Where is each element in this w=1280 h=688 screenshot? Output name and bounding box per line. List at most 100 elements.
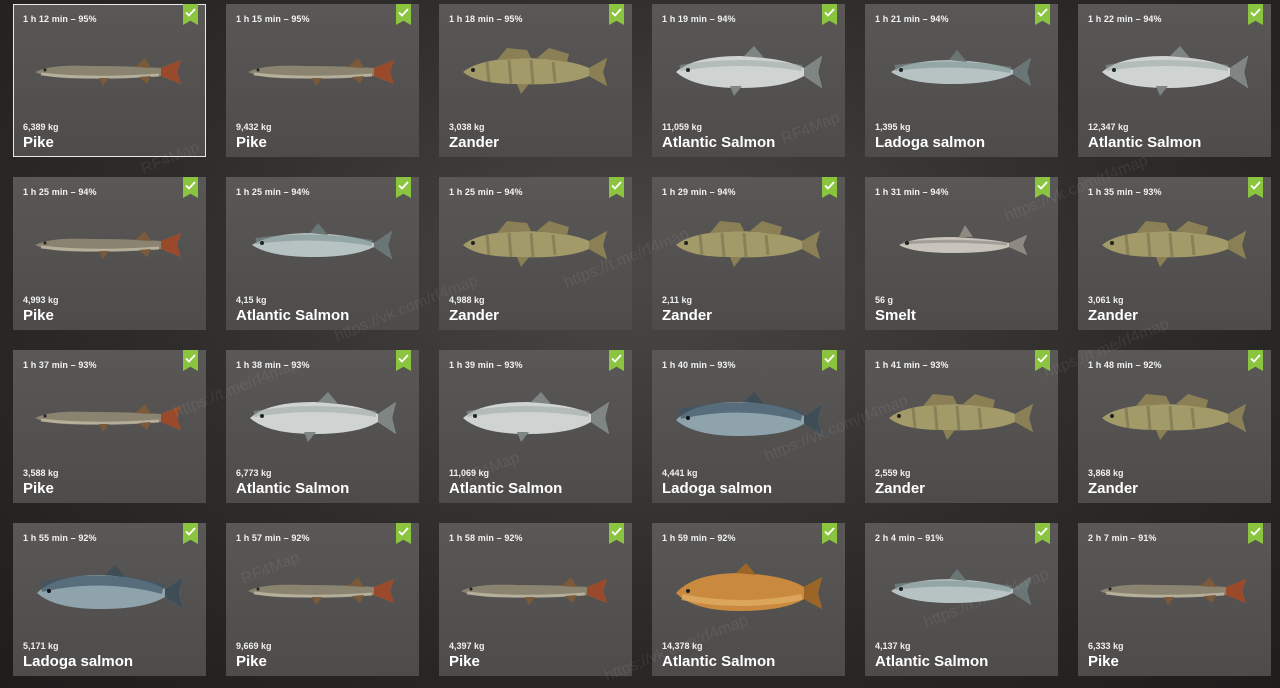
checkmark-icon[interactable]: [1035, 350, 1050, 371]
checkmark-icon[interactable]: [183, 177, 198, 198]
fish-species-name: Pike: [236, 134, 267, 151]
catch-card[interactable]: 1 h 15 min – 95% 9,432 kg Pike: [226, 4, 419, 157]
fish-species-name: Atlantic Salmon: [449, 480, 563, 497]
checkmark-icon[interactable]: [609, 523, 624, 544]
salmon-blue-fish-image: [244, 211, 404, 279]
catch-card[interactable]: 2 h 7 min – 91% 6,333 kg Pike: [1078, 523, 1271, 676]
salmon-silver-fish-image: [457, 384, 617, 452]
checkmark-icon[interactable]: [183, 4, 198, 25]
checkmark-icon[interactable]: [822, 523, 837, 544]
catch-card[interactable]: 1 h 48 min – 92% 3,868 kg Zander: [1078, 350, 1271, 503]
catch-weight: 56 g: [875, 295, 894, 305]
catch-time-quality: 1 h 22 min – 94%: [1088, 14, 1162, 24]
pike-fish-image: [31, 211, 191, 279]
pike-fish-image: [244, 38, 404, 106]
catch-card[interactable]: 1 h 40 min – 93% 4,441 kg Ladoga salmon: [652, 350, 845, 503]
checkmark-icon[interactable]: [1248, 523, 1263, 544]
catch-time-quality: 1 h 25 min – 94%: [23, 187, 97, 197]
catch-time-quality: 2 h 7 min – 91%: [1088, 533, 1157, 543]
checkmark-icon[interactable]: [396, 350, 411, 371]
checkmark-icon[interactable]: [1035, 523, 1050, 544]
fish-species-name: Pike: [23, 480, 54, 497]
catch-card[interactable]: 1 h 37 min – 93% 3,588 kg Pike: [13, 350, 206, 503]
fish-species-name: Smelt: [875, 307, 916, 324]
fish-species-name: Atlantic Salmon: [236, 480, 350, 497]
checkmark-icon[interactable]: [609, 350, 624, 371]
checkmark-icon[interactable]: [1035, 4, 1050, 25]
catch-card[interactable]: 1 h 19 min – 94% 11,059 kg Atlantic Salmo…: [652, 4, 845, 157]
catch-time-quality: 1 h 38 min – 93%: [236, 360, 310, 370]
catch-weight: 6,389 kg: [23, 122, 59, 132]
catch-time-quality: 1 h 25 min – 94%: [449, 187, 523, 197]
catch-time-quality: 1 h 31 min – 94%: [875, 187, 949, 197]
catch-time-quality: 2 h 4 min – 91%: [875, 533, 944, 543]
catch-weight: 4,397 kg: [449, 641, 485, 651]
catch-weight: 2,11 kg: [662, 295, 693, 305]
catch-weight: 3,868 kg: [1088, 468, 1124, 478]
catch-time-quality: 1 h 25 min – 94%: [236, 187, 310, 197]
pike-fish-image: [244, 557, 404, 625]
catch-time-quality: 1 h 19 min – 94%: [662, 14, 736, 24]
catch-card[interactable]: 1 h 25 min – 94% 4,15 kg Atlantic Salmon: [226, 177, 419, 330]
fish-species-name: Zander: [875, 480, 926, 497]
catch-card[interactable]: 1 h 41 min – 93% 2,559 kg Zander: [865, 350, 1058, 503]
zander-fish-image: [670, 211, 830, 279]
catch-weight: 1,395 kg: [875, 122, 911, 132]
catch-card[interactable]: 2 h 4 min – 91% 4,137 kg Atlantic Salmon: [865, 523, 1058, 676]
checkmark-icon[interactable]: [396, 523, 411, 544]
catch-card[interactable]: 1 h 31 min – 94% 56 g Smelt: [865, 177, 1058, 330]
catch-card[interactable]: 1 h 22 min – 94% 12,347 kg Atlantic Salmo…: [1078, 4, 1271, 157]
catch-card[interactable]: 1 h 39 min – 93% 11,069 kg Atlantic Salmo…: [439, 350, 632, 503]
fish-species-name: Zander: [1088, 480, 1139, 497]
checkmark-icon[interactable]: [609, 177, 624, 198]
salmon-gold-fish-image: [670, 557, 830, 625]
checkmark-icon[interactable]: [609, 4, 624, 25]
fish-species-name: Pike: [23, 134, 54, 151]
catch-card[interactable]: 1 h 58 min – 92% 4,397 kg Pike: [439, 523, 632, 676]
fish-species-name: Zander: [449, 134, 500, 151]
checkmark-icon[interactable]: [1248, 177, 1263, 198]
catch-weight: 12,347 kg: [1088, 122, 1129, 132]
catch-weight: 4,15 kg: [236, 295, 267, 305]
catch-card[interactable]: 1 h 25 min – 94% 4,988 kg Zander: [439, 177, 632, 330]
catch-time-quality: 1 h 58 min – 92%: [449, 533, 523, 543]
fish-species-name: Ladoga salmon: [23, 653, 134, 670]
catch-time-quality: 1 h 55 min – 92%: [23, 533, 97, 543]
smelt-fish-image: [883, 211, 1043, 279]
checkmark-icon[interactable]: [396, 4, 411, 25]
catch-weight: 5,171 kg: [23, 641, 59, 651]
catch-card[interactable]: 1 h 59 min – 92% 14,378 kg Atlantic Salmo…: [652, 523, 845, 676]
checkmark-icon[interactable]: [183, 523, 198, 544]
catch-weight: 6,773 kg: [236, 468, 272, 478]
catch-card[interactable]: 1 h 29 min – 94% 2,11 kg Zander: [652, 177, 845, 330]
checkmark-icon[interactable]: [822, 350, 837, 371]
zander-fish-image: [457, 211, 617, 279]
checkmark-icon[interactable]: [822, 4, 837, 25]
checkmark-icon[interactable]: [183, 350, 198, 371]
catch-card[interactable]: 1 h 35 min – 93% 3,061 kg Zander: [1078, 177, 1271, 330]
fish-species-name: Atlantic Salmon: [662, 134, 776, 151]
catch-card[interactable]: 1 h 12 min – 95% 6,389 kg Pike: [13, 4, 206, 157]
checkmark-icon[interactable]: [1035, 177, 1050, 198]
catch-card[interactable]: 1 h 57 min – 92% 9,669 kg Pike: [226, 523, 419, 676]
fish-species-name: Pike: [449, 653, 480, 670]
catch-weight: 11,059 kg: [662, 122, 703, 132]
pike-fish-image: [31, 38, 191, 106]
catch-card[interactable]: 1 h 21 min – 94% 1,395 kg Ladoga salmon: [865, 4, 1058, 157]
fish-species-name: Ladoga salmon: [875, 134, 986, 151]
catch-weight: 11,069 kg: [449, 468, 490, 478]
pike-fish-image: [457, 557, 617, 625]
checkmark-icon[interactable]: [396, 177, 411, 198]
catch-card[interactable]: 1 h 18 min – 95% 3,038 kg Zander: [439, 4, 632, 157]
catch-time-quality: 1 h 39 min – 93%: [449, 360, 523, 370]
catch-card[interactable]: 1 h 55 min – 92% 5,171 kg Ladoga salmon: [13, 523, 206, 676]
catch-weight: 9,432 kg: [236, 122, 272, 132]
checkmark-icon[interactable]: [1248, 350, 1263, 371]
catch-card[interactable]: 1 h 25 min – 94% 4,993 kg Pike: [13, 177, 206, 330]
fish-species-name: Atlantic Salmon: [875, 653, 989, 670]
salmon-dark-fish-image: [31, 557, 191, 625]
fish-species-name: Zander: [662, 307, 713, 324]
checkmark-icon[interactable]: [1248, 4, 1263, 25]
checkmark-icon[interactable]: [822, 177, 837, 198]
catch-card[interactable]: 1 h 38 min – 93% 6,773 kg Atlantic Salmon: [226, 350, 419, 503]
